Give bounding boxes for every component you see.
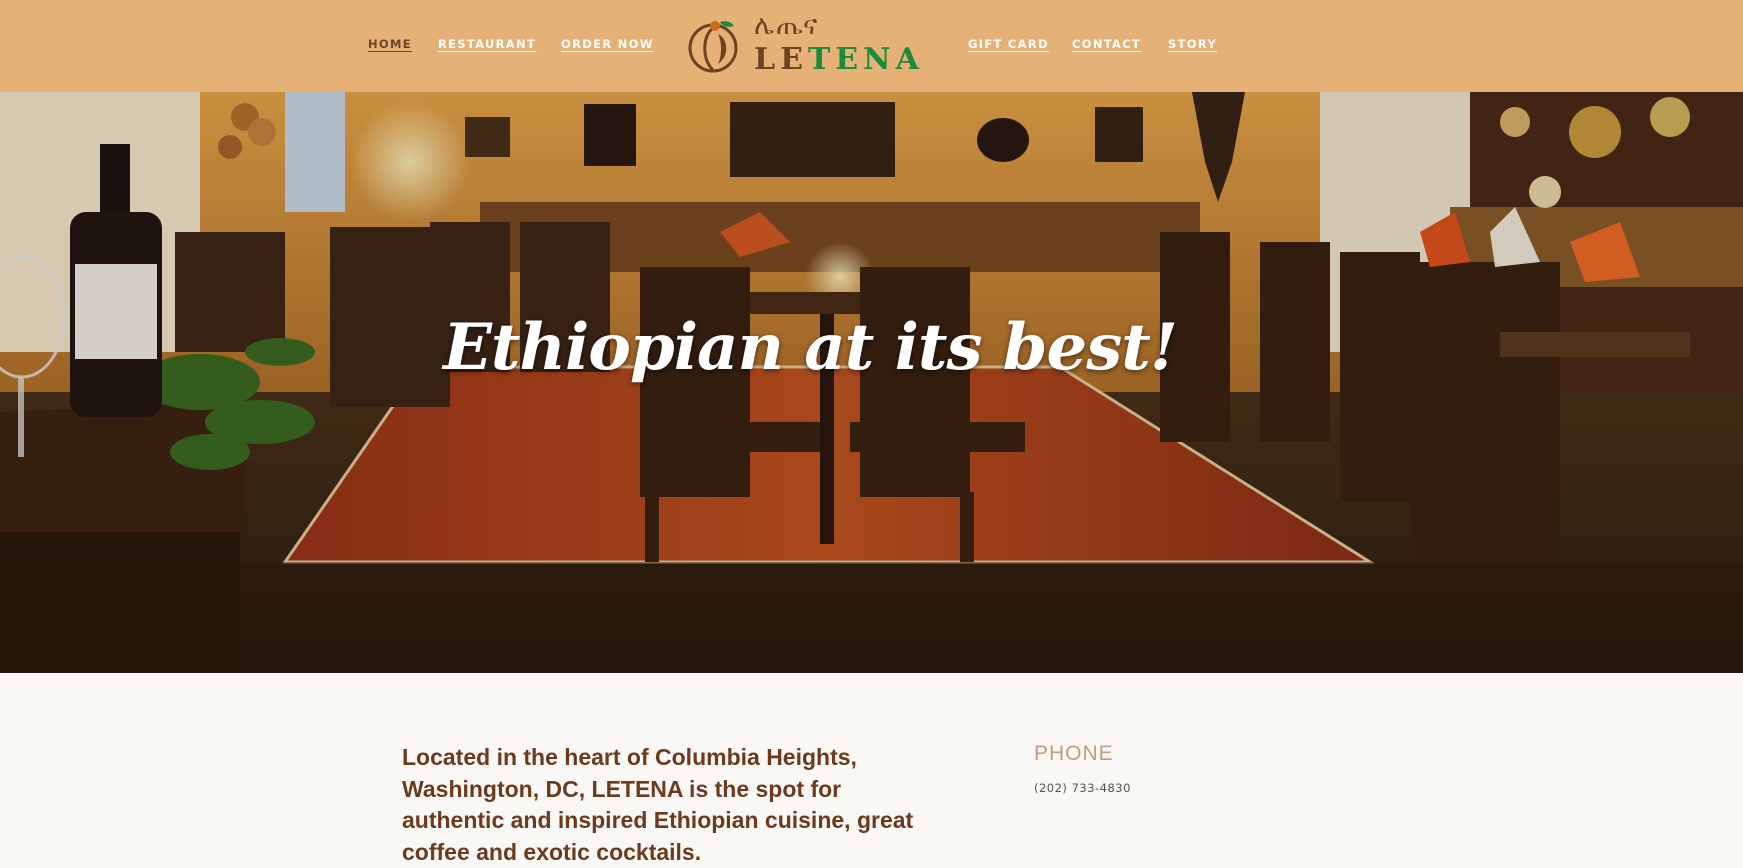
logo-amharic-text: ሌጤና [754, 10, 820, 41]
logo-word-tena: TENA [807, 42, 924, 77]
nav-restaurant[interactable]: RESTAURANT [438, 37, 536, 51]
intro-paragraph: Located in the heart of Columbia Heights… [402, 744, 914, 865]
hero-banner: Ethiopian at its best! [0, 92, 1743, 673]
phone-number-link[interactable]: (202) 733-4830 [1034, 781, 1131, 795]
nav-order-now[interactable]: ORDER NOW [561, 37, 654, 51]
logo-wordmark: LETENA [754, 42, 924, 77]
nav-story[interactable]: STORY [1168, 37, 1217, 51]
nav-gift-card[interactable]: GIFT CARD [968, 37, 1049, 51]
coffee-logo-icon [688, 21, 738, 73]
nav-home[interactable]: HOME [368, 37, 412, 51]
nav-contact[interactable]: CONTACT [1072, 37, 1141, 51]
hero-headline: Ethiopian at its best! [443, 310, 1178, 385]
site-logo[interactable]: ሌጤና LETENA [688, 10, 933, 78]
logo-word-le: LE [754, 42, 808, 77]
phone-heading: PHONE [1034, 742, 1114, 765]
site-header: HOME RESTAURANT ORDER NOW ሌጤና LETENA GIF… [0, 0, 1743, 92]
